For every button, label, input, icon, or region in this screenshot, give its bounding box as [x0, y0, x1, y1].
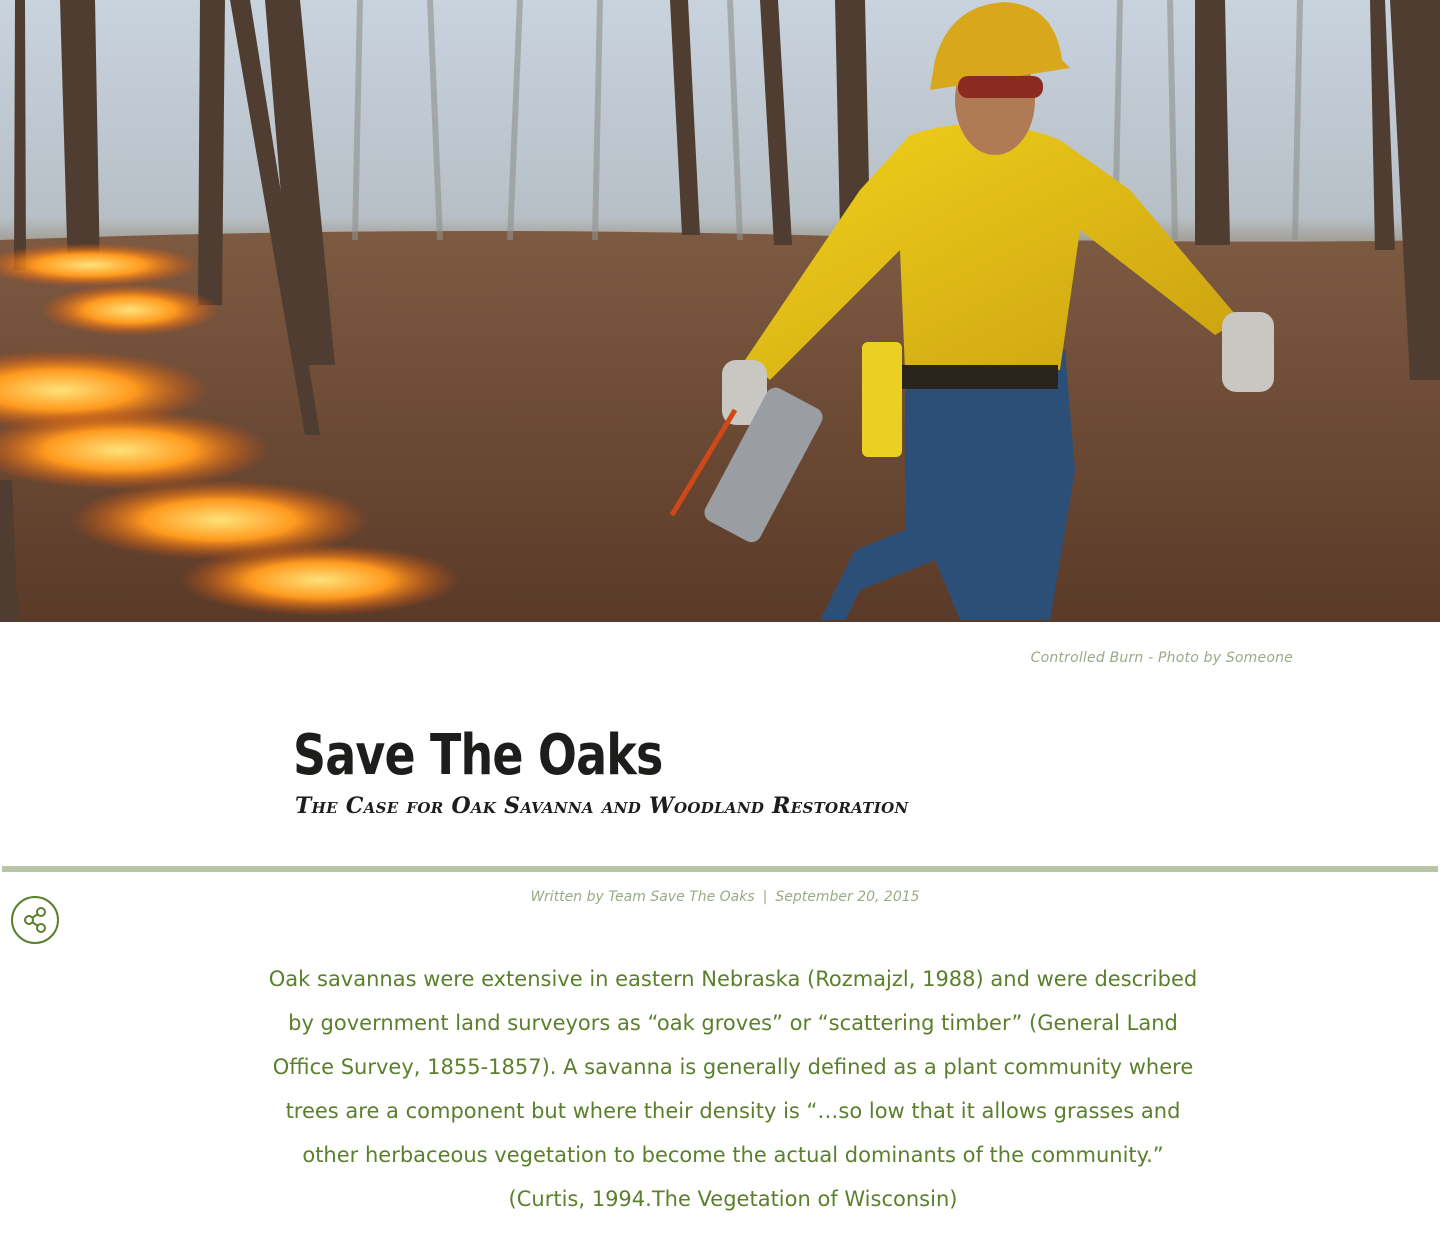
section-divider — [2, 866, 1438, 872]
hero-image — [0, 0, 1440, 622]
photo-caption: Controlled Burn - Photo by Someone — [1030, 650, 1293, 666]
article-body: Oak savannas were extensive in eastern N… — [268, 967, 1198, 1211]
share-button[interactable] — [11, 896, 59, 944]
byline-separator: | — [762, 889, 768, 905]
byline-author: Written by Team Save The Oaks — [530, 889, 755, 905]
article-byline: Written by Team Save The Oaks | September … — [0, 889, 1440, 905]
page-subtitle: The Case for Oak Savanna and Woodland Re… — [295, 793, 909, 819]
controlled-burn-photo — [0, 0, 1440, 622]
byline-date: September 20, 2015 — [775, 889, 920, 905]
page-title: Save The Oaks — [293, 723, 663, 788]
share-icon — [24, 907, 46, 933]
